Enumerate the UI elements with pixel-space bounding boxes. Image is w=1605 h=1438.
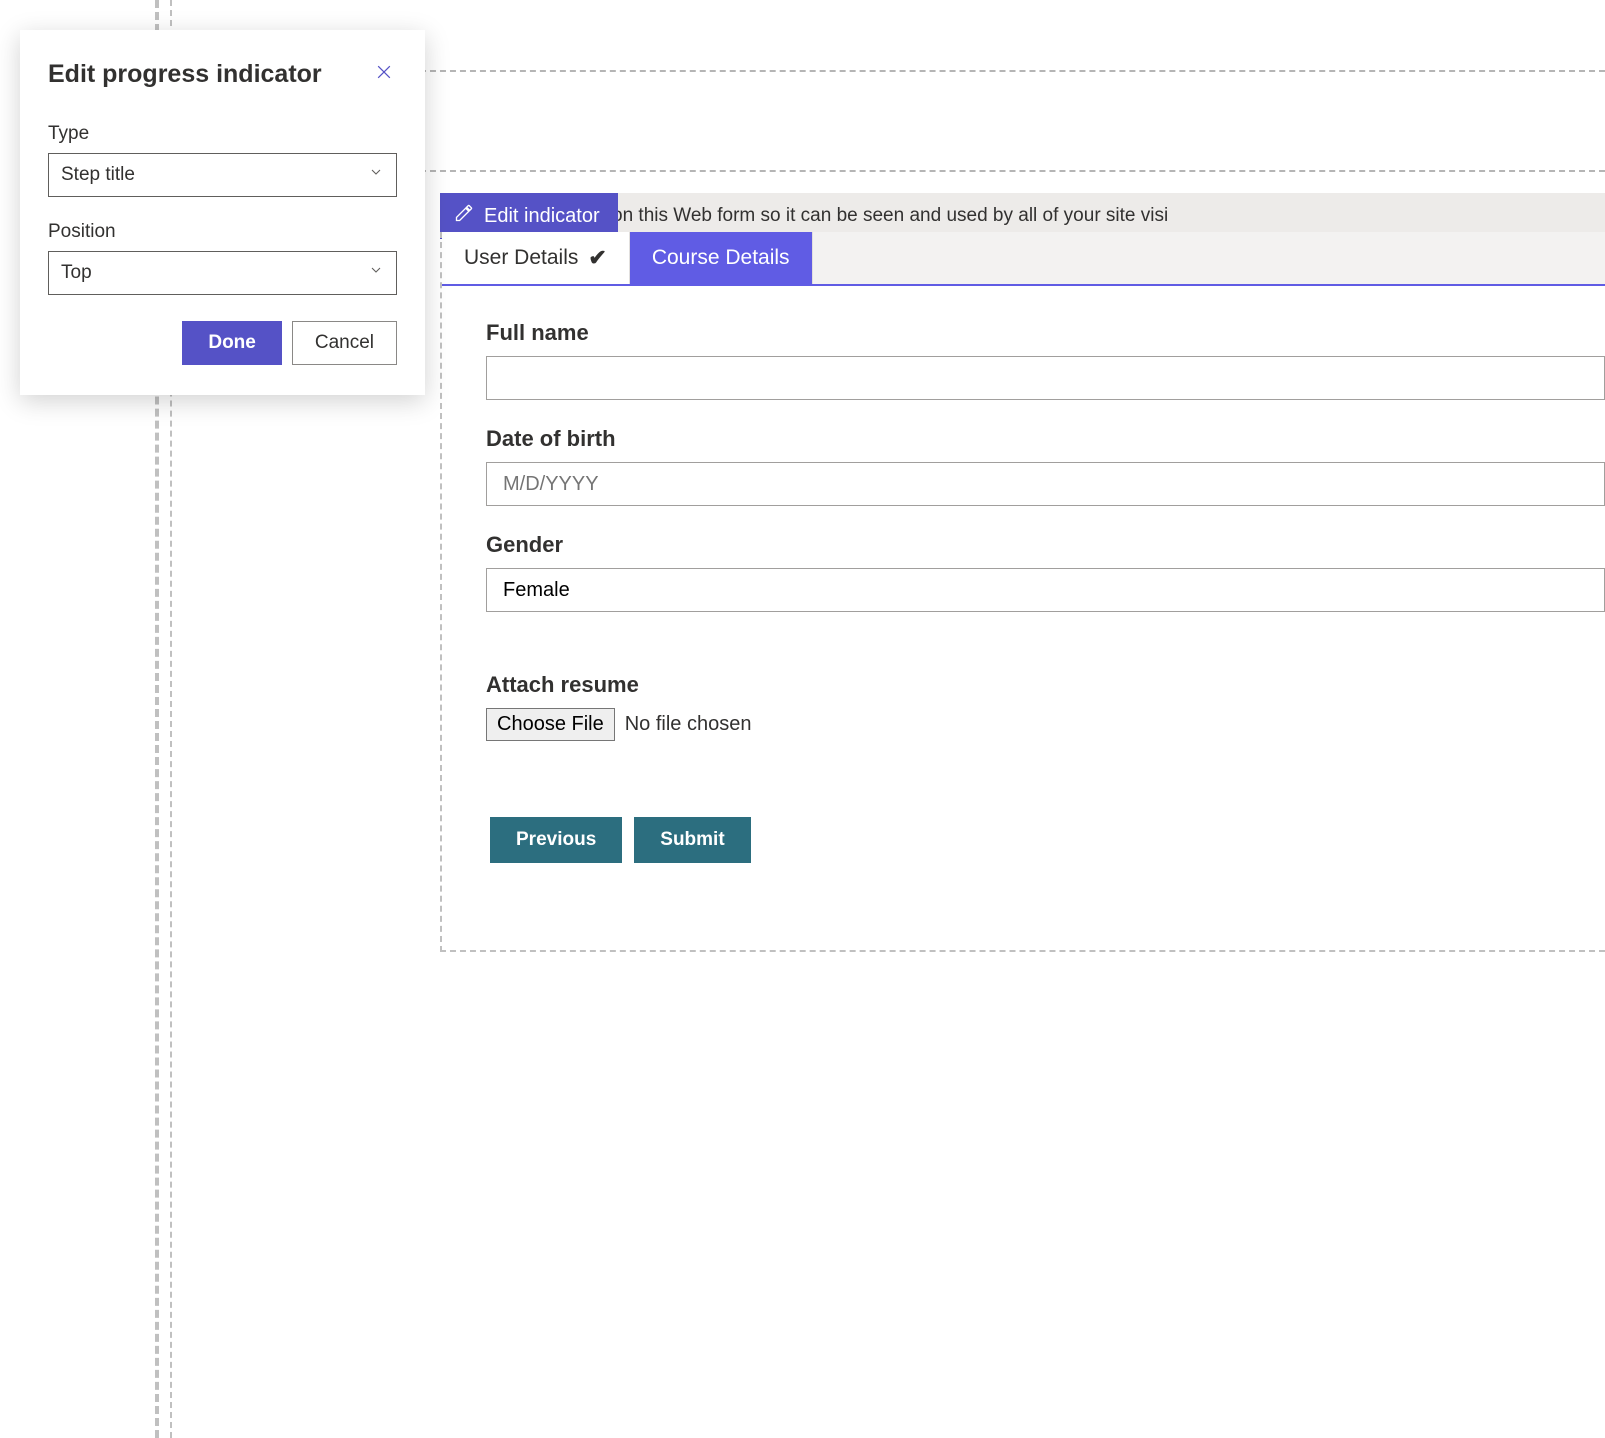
step-tabs: User Details ✔ Course Details [442,232,1605,286]
gender-select[interactable] [486,568,1605,612]
submit-button[interactable]: Submit [634,817,750,863]
form-actions: Previous Submit [486,767,1605,863]
tab-label: Course Details [652,246,790,270]
type-value: Step title [61,164,135,186]
check-icon: ✔ [588,245,606,271]
tab-course-details[interactable]: Course Details [630,232,813,284]
edit-progress-indicator-panel: Edit progress indicator Type Step title … [20,30,425,395]
form-container: User Details ✔ Course Details Full name … [440,232,1605,952]
resume-label: Attach resume [486,672,1605,698]
full-name-input[interactable] [486,356,1605,400]
field-resume: Attach resume Choose File No file chosen [486,672,1605,741]
edit-indicator-label: Edit indicator [484,205,600,228]
info-bar-text: on this Web form so it can be seen and u… [612,205,1168,227]
panel-actions: Done Cancel [48,321,397,365]
choose-file-button[interactable]: Choose File [486,708,615,741]
dob-label: Date of birth [486,426,1605,452]
panel-title: Edit progress indicator [48,60,322,89]
full-name-label: Full name [486,320,1605,346]
tab-user-details[interactable]: User Details ✔ [442,232,630,284]
designer-guide-mid [410,170,1605,172]
field-dob: Date of birth [486,426,1605,506]
close-icon [374,62,394,87]
field-position: Position Top [48,221,397,295]
position-label: Position [48,221,397,243]
file-status-text: No file chosen [625,713,752,736]
position-value: Top [61,262,92,284]
position-select[interactable]: Top [48,251,397,295]
type-label: Type [48,123,397,145]
type-select[interactable]: Step title [48,153,397,197]
designer-guide-top [410,70,1605,72]
field-full-name: Full name [486,320,1605,400]
done-button[interactable]: Done [182,321,282,365]
pencil-icon [454,203,474,229]
form-inner: Full name Date of birth Gender Attach re… [442,286,1605,863]
chevron-down-icon [368,164,384,186]
gender-label: Gender [486,532,1605,558]
tab-label: User Details [464,246,578,270]
dob-input[interactable] [486,462,1605,506]
field-gender: Gender [486,532,1605,612]
field-type: Type Step title [48,123,397,197]
close-button[interactable] [371,62,397,88]
previous-button[interactable]: Previous [490,817,622,863]
designer-surface: on this Web form so it can be seen and u… [0,0,1605,1438]
cancel-button[interactable]: Cancel [292,321,397,365]
chevron-down-icon [368,262,384,284]
